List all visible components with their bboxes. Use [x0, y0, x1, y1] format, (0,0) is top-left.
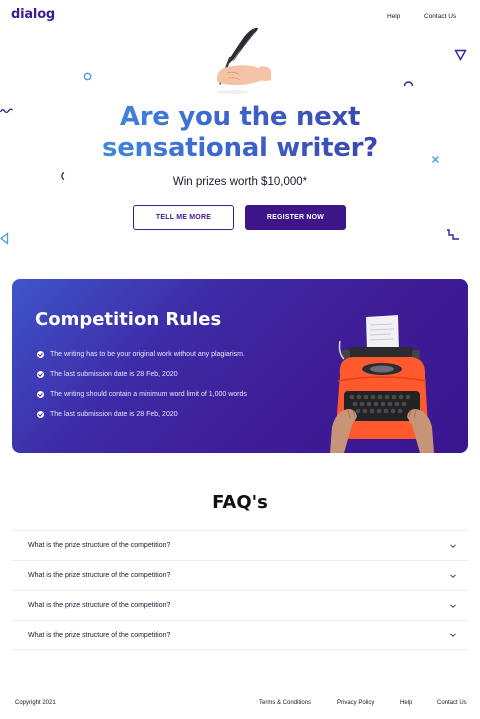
rules-list-item: The last submission date is 28 Feb, 2020 — [37, 405, 247, 425]
circle-decoration-icon — [83, 72, 92, 81]
rules-list-item: The writing should contain a minimum wor… — [37, 384, 247, 404]
chevron-down-icon[interactable] — [449, 542, 457, 550]
zigzag-decoration-icon — [447, 229, 459, 240]
register-now-button[interactable]: REGISTER NOW — [245, 205, 346, 230]
footer-link-privacy[interactable]: Privacy Policy — [337, 700, 374, 706]
faq-question: What is the prize structure of the compe… — [28, 542, 171, 549]
faq-item[interactable]: What is the prize structure of the compe… — [12, 560, 468, 590]
triangle-decoration-icon — [454, 49, 467, 61]
faq-accordion: What is the prize structure of the compe… — [12, 530, 468, 650]
check-circle-icon — [37, 370, 44, 378]
chevron-down-icon[interactable] — [449, 572, 457, 580]
faq-item[interactable]: What is the prize structure of the compe… — [12, 620, 468, 650]
hand-with-quill-pen-illustration — [217, 27, 271, 94]
faq-item[interactable]: What is the prize structure of the compe… — [12, 530, 468, 560]
footer-link-terms[interactable]: Terms & Conditions — [259, 700, 311, 706]
nav-link-contact[interactable]: Contact Us — [424, 13, 456, 20]
footer-link-contact[interactable]: Contact Us — [437, 700, 467, 706]
hero-heading-line-2: sensational writer? — [102, 133, 378, 163]
copyright-text: Copyright 2021 — [15, 700, 56, 706]
check-circle-icon — [37, 390, 44, 398]
chevron-down-icon[interactable] — [449, 602, 457, 610]
rules-item-text: The writing should contain a minimum wor… — [50, 390, 247, 398]
chevron-down-icon[interactable] — [449, 631, 457, 639]
check-circle-icon — [37, 411, 44, 419]
rules-list-item: The writing has to be your original work… — [37, 344, 247, 364]
tell-me-more-button[interactable]: TELL ME MORE — [133, 205, 234, 230]
rules-list: The writing has to be your original work… — [37, 344, 247, 425]
footer-link-help[interactable]: Help — [400, 700, 412, 706]
rules-item-text: The writing has to be your original work… — [50, 350, 245, 358]
check-circle-icon — [37, 350, 44, 358]
logo[interactable]: dialog — [11, 7, 55, 22]
arc-decoration-icon — [403, 81, 414, 87]
faq-item[interactable]: What is the prize structure of the compe… — [12, 590, 468, 620]
hero-heading: Are you the next sensational writer? — [0, 102, 480, 164]
hero-heading-line-1: Are you the next — [119, 102, 361, 132]
typewriter-with-hands-illustration — [330, 315, 434, 453]
faq-question: What is the prize structure of the compe… — [28, 631, 171, 639]
footer: Copyright 2021 Terms & Conditions Privac… — [0, 697, 480, 711]
rules-list-item: The last submission date is 28 Feb, 2020 — [37, 364, 247, 384]
rules-title: Competition Rules — [35, 309, 222, 330]
rules-item-text: The last submission date is 28 Feb, 2020 — [50, 411, 178, 419]
faq-heading: FAQ's — [212, 492, 268, 513]
faq-question: What is the prize structure of the compe… — [28, 572, 171, 579]
hero-subtitle: Win prizes worth $10,000* — [172, 176, 308, 188]
competition-rules-card: Competition Rules The writing has to be … — [12, 279, 468, 453]
triangle-decoration-icon — [0, 232, 9, 245]
rules-item-text: The last submission date is 28 Feb, 2020 — [50, 370, 178, 378]
faq-question: What is the prize structure of the compe… — [28, 602, 171, 609]
nav-link-help[interactable]: Help — [387, 13, 400, 20]
